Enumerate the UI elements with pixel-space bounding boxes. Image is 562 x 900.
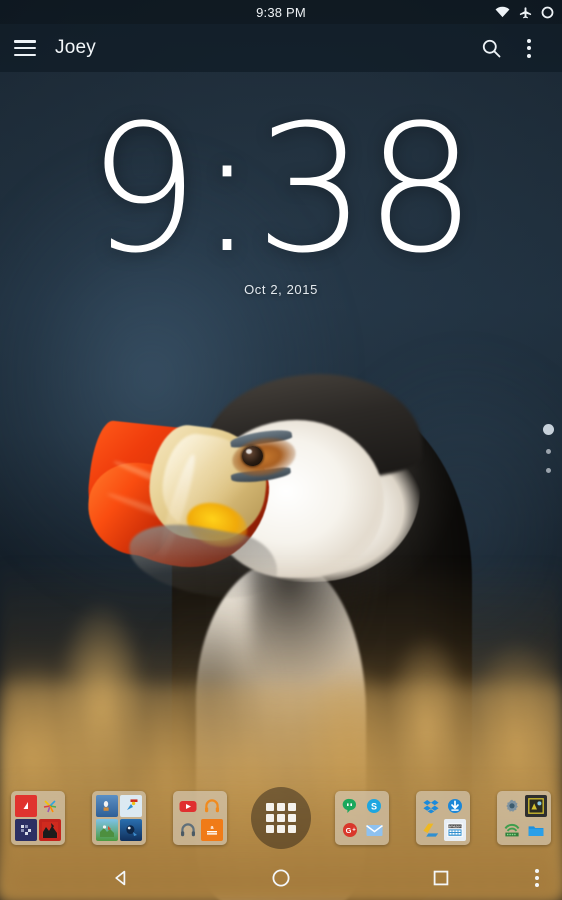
hamburger-menu-icon[interactable]	[14, 40, 36, 56]
folder-preview	[11, 791, 65, 845]
app-icon	[39, 819, 61, 841]
download-icon	[444, 795, 466, 817]
clock-date: Oct 2, 2015	[244, 282, 318, 298]
page-dot-1[interactable]	[543, 424, 554, 435]
puffin-eye-highlight	[246, 449, 252, 454]
folder-games[interactable]	[89, 788, 149, 848]
amazon-icon: amazon	[444, 819, 466, 841]
page-dot-3[interactable]	[546, 468, 551, 473]
svg-text:amazon: amazon	[449, 825, 462, 829]
skype-icon: S	[363, 795, 385, 817]
clock-widget[interactable]: 9:38 Oct 2, 2015	[0, 87, 562, 298]
dropbox-icon	[420, 795, 442, 817]
hangouts-icon	[339, 795, 361, 817]
page-dot-2[interactable]	[546, 449, 551, 454]
overflow-menu-icon[interactable]	[510, 29, 548, 67]
svg-text:+: +	[352, 828, 356, 834]
folder-preview: S G +	[335, 791, 389, 845]
dock: a S G + amazon	[0, 781, 562, 855]
headphones-icon	[201, 795, 223, 817]
action-bar: Joey	[0, 24, 562, 72]
network-icon	[501, 819, 523, 841]
app-icon	[15, 795, 37, 817]
folder-preview	[92, 791, 146, 845]
status-bar[interactable]: 9:38 PM	[0, 0, 562, 24]
folder-media[interactable]: a	[170, 788, 230, 848]
svg-text:S: S	[371, 802, 377, 812]
app-drawer-button[interactable]	[251, 787, 311, 849]
youtube-icon	[177, 795, 199, 817]
app-icon	[96, 819, 118, 841]
google-plus-icon: G +	[339, 819, 361, 841]
app-icon	[120, 819, 142, 841]
headphones-icon	[177, 819, 199, 841]
apps-grid-icon	[266, 803, 296, 833]
search-icon[interactable]	[472, 29, 510, 67]
folder-cloud-storage[interactable]: amazon	[413, 788, 473, 848]
navigation-bar	[0, 855, 562, 900]
settings-gear-icon	[501, 795, 523, 817]
svg-text:G: G	[346, 826, 352, 835]
status-bar-icons	[495, 0, 554, 24]
folder-preview: amazon	[416, 791, 470, 845]
page-indicator[interactable]	[543, 424, 554, 473]
battery-icon	[541, 6, 554, 19]
svg-text:a: a	[210, 825, 214, 831]
clock-time: 9:38	[87, 87, 476, 292]
folder-preview: a	[173, 791, 227, 845]
folder-preview	[497, 791, 551, 845]
recents-button[interactable]	[419, 856, 463, 900]
file-folder-icon	[525, 819, 547, 841]
status-bar-clock: 9:38 PM	[256, 4, 306, 20]
folder-productivity[interactable]	[8, 788, 68, 848]
app-icon	[525, 795, 547, 817]
email-icon	[363, 819, 385, 841]
page-title: Joey	[55, 37, 96, 58]
folder-tools[interactable]	[494, 788, 554, 848]
google-drive-icon	[420, 819, 442, 841]
app-icon	[120, 795, 142, 817]
puffin-eye	[242, 446, 263, 466]
app-icon	[15, 819, 37, 841]
app-drawer-circle[interactable]	[251, 787, 311, 849]
folder-communication[interactable]: S G +	[332, 788, 392, 848]
wifi-icon	[495, 6, 510, 18]
home-screen: 9:38 PM Joey 9:38 Oct 2, 2015 a S G + am…	[0, 0, 562, 900]
amazon-music-icon: a	[201, 819, 223, 841]
app-icon	[96, 795, 118, 817]
app-icon	[39, 795, 61, 817]
back-button[interactable]	[99, 856, 143, 900]
airplane-mode-icon	[519, 6, 532, 19]
home-button[interactable]	[259, 856, 303, 900]
